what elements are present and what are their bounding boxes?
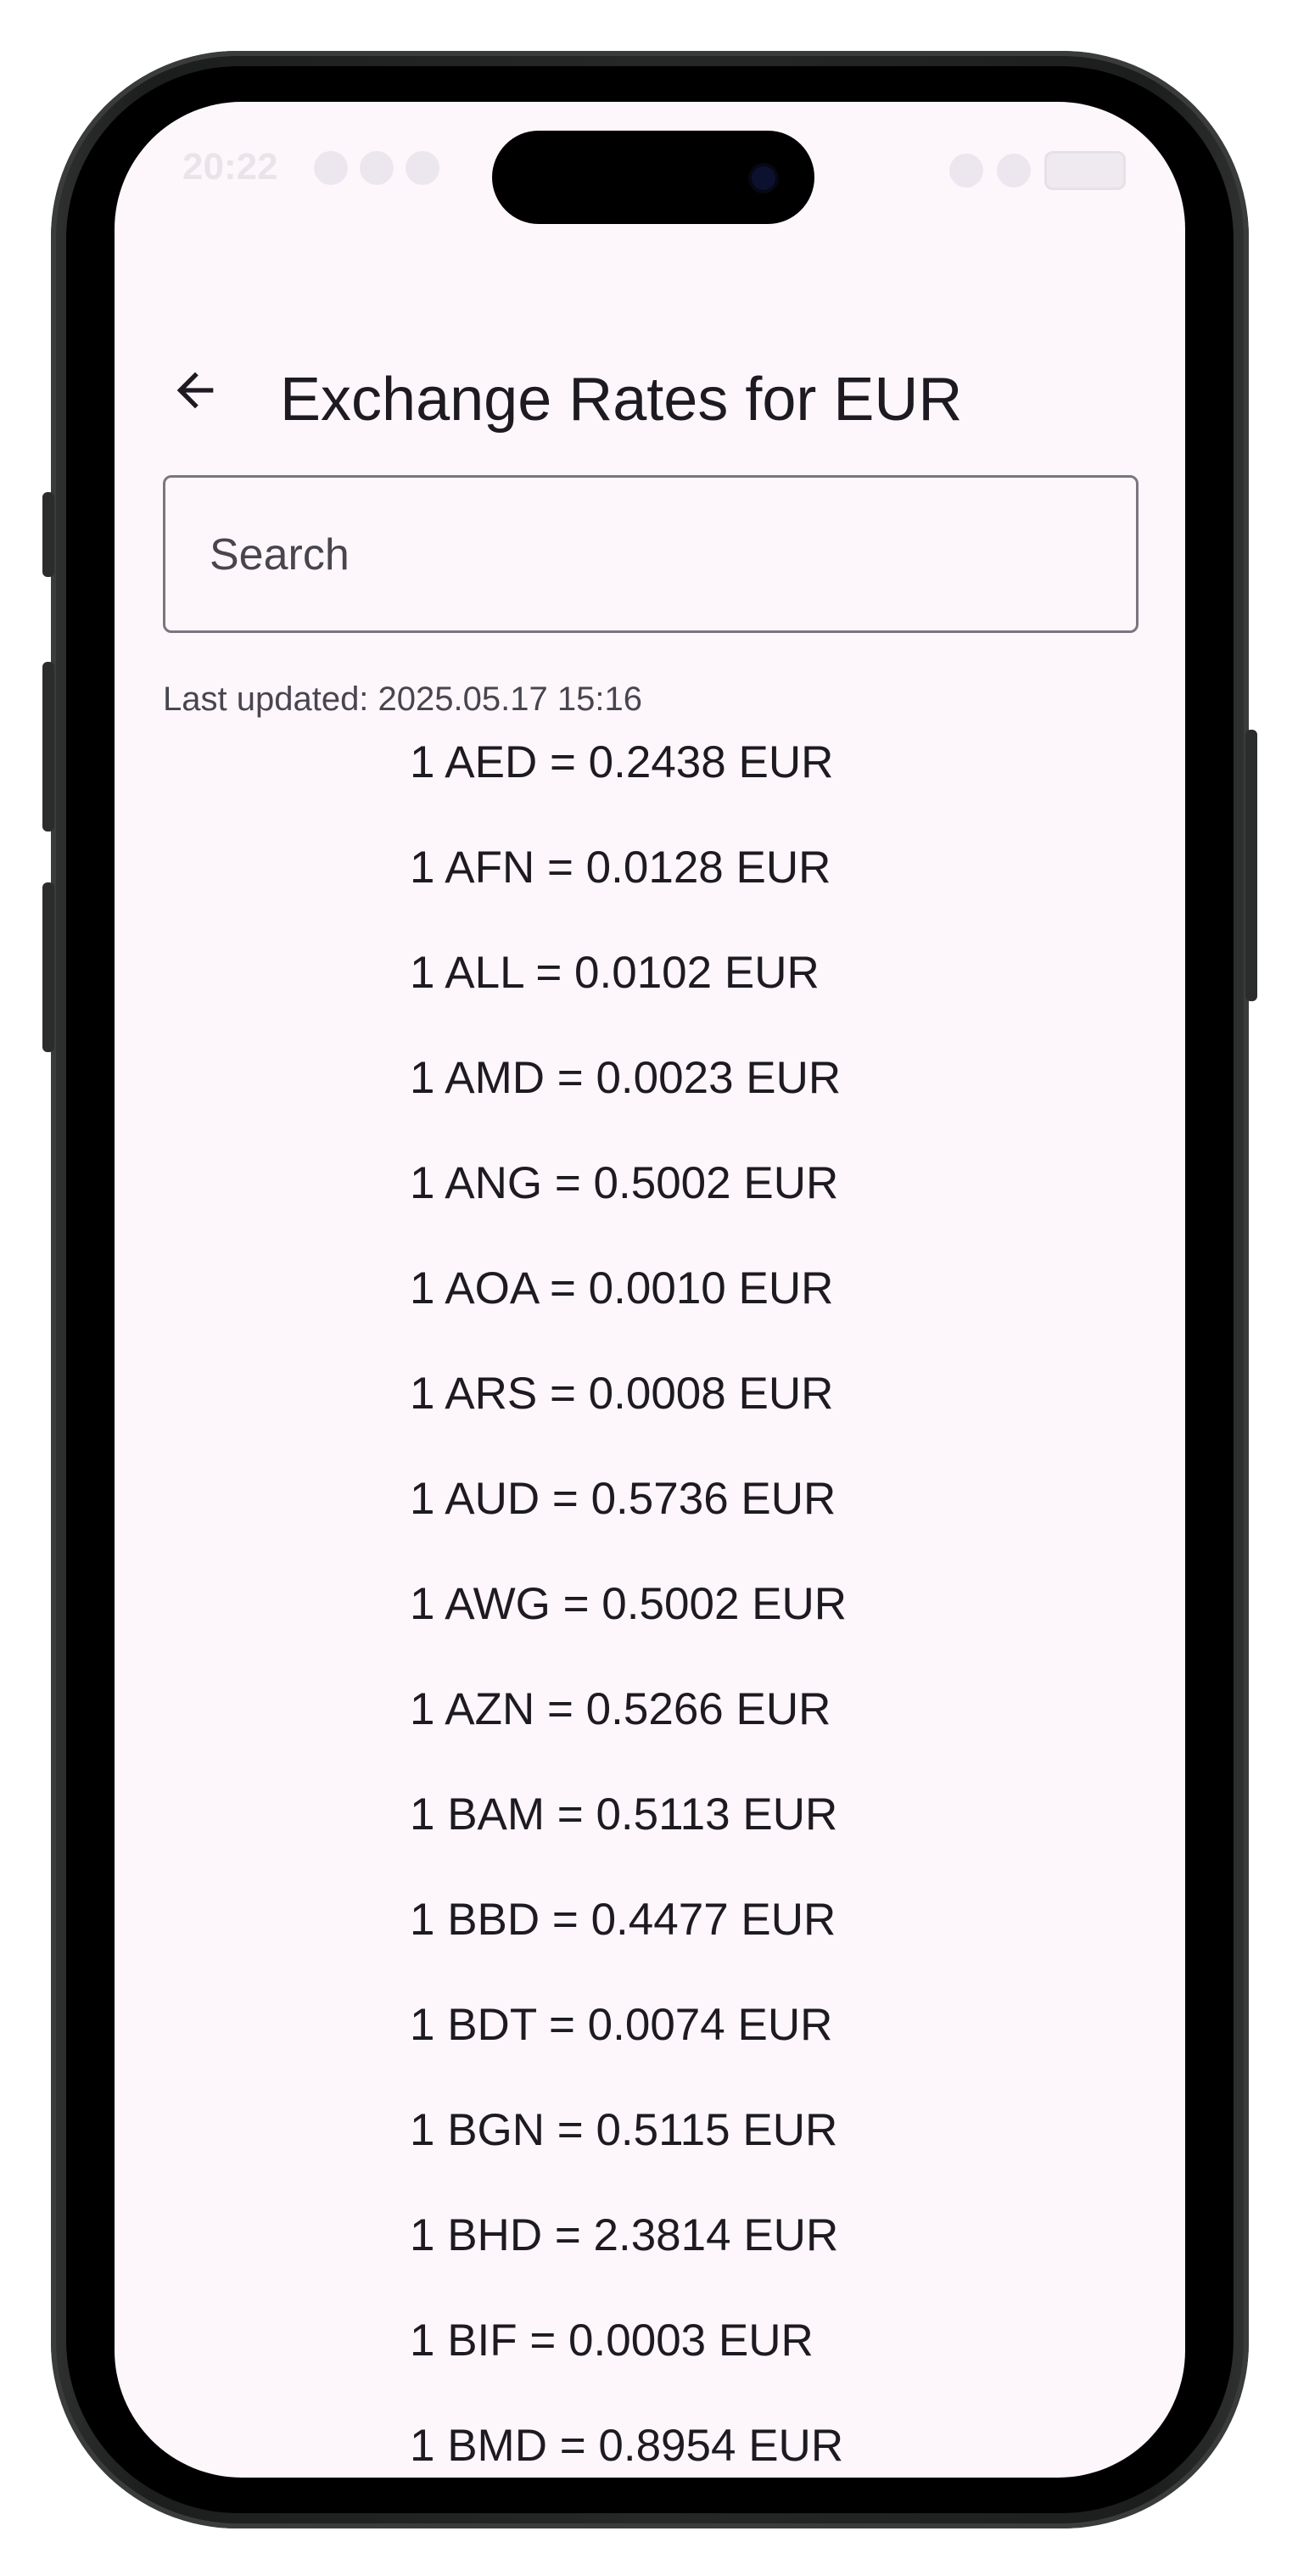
action-button <box>42 492 54 577</box>
rate-item: 1 AZN = 0.5266 EUR <box>410 1684 831 1734</box>
back-button[interactable] <box>161 356 229 424</box>
search-field[interactable] <box>163 475 1139 633</box>
rate-item: 1 BBD = 0.4477 EUR <box>410 1895 836 1945</box>
last-updated-text: Last updated: 2025.05.17 15:16 <box>163 680 642 718</box>
rate-item: 1 ARS = 0.0008 EUR <box>410 1369 834 1419</box>
rate-item: 1 AMD = 0.0023 EUR <box>410 1053 842 1103</box>
rate-item: 1 ANG = 0.5002 EUR <box>410 1158 839 1208</box>
search-input[interactable] <box>208 520 1094 590</box>
notification-icon <box>406 151 439 185</box>
page-title: Exchange Rates for EUR <box>280 366 963 434</box>
rate-item: 1 AFN = 0.0128 EUR <box>410 843 831 893</box>
messenger-icon <box>360 151 394 185</box>
dynamic-island <box>492 131 814 224</box>
status-time: 20:22 <box>182 146 278 188</box>
volume-down-button <box>42 882 54 1052</box>
status-notification-icons <box>314 151 439 185</box>
rate-item: 1 ALL = 0.0102 EUR <box>410 948 820 998</box>
battery-icon <box>1044 151 1126 190</box>
rate-item: 1 AOA = 0.0010 EUR <box>410 1263 834 1313</box>
rate-item: 1 AWG = 0.5002 EUR <box>410 1579 848 1629</box>
rate-item: 1 BAM = 0.5113 EUR <box>410 1789 838 1840</box>
status-system-icons <box>949 151 1126 190</box>
rate-item: 1 AED = 0.2438 EUR <box>410 737 834 787</box>
power-button <box>1245 730 1257 1001</box>
front-camera-icon <box>752 166 775 190</box>
wifi-icon <box>949 154 983 188</box>
rate-item: 1 BGN = 0.5115 EUR <box>410 2105 838 2155</box>
signal-icon <box>997 154 1031 188</box>
rate-item: 1 BIF = 0.0003 EUR <box>410 2316 814 2366</box>
app-screen: 20:22 Exchange Rates for EUR Last update… <box>115 102 1185 2478</box>
volume-up-button <box>42 662 54 832</box>
vpn-icon <box>314 151 348 185</box>
rate-item: 1 AUD = 0.5736 EUR <box>410 1474 836 1524</box>
app-bar: Exchange Rates for EUR <box>115 331 1185 450</box>
rate-item: 1 BHD = 2.3814 EUR <box>410 2210 839 2260</box>
arrow-left-icon <box>176 372 214 409</box>
rate-item: 1 BDT = 0.0074 EUR <box>410 2000 833 2050</box>
rate-item: 1 BMD = 0.8954 EUR <box>410 2421 844 2471</box>
